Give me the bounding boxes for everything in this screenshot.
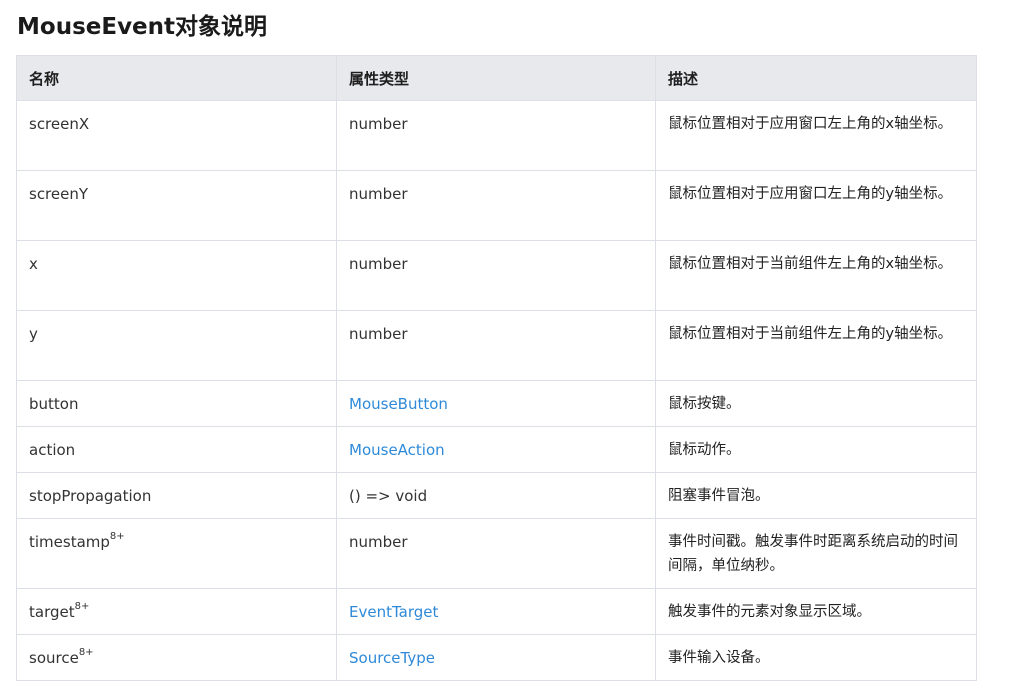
cell-type: number — [336, 240, 656, 311]
cell-name: screenY — [16, 170, 337, 241]
property-type: number — [349, 115, 408, 133]
property-name: x — [29, 255, 38, 273]
property-name: screenX — [29, 115, 90, 133]
property-type: number — [349, 255, 408, 273]
table-row: button MouseButton 鼠标按键。 — [16, 380, 977, 427]
type-link-source-type[interactable]: SourceType — [349, 649, 435, 667]
property-name: button — [29, 395, 79, 413]
cell-type: number — [336, 100, 656, 171]
cell-type: number — [336, 518, 656, 589]
header-name: 名称 — [16, 55, 337, 101]
cell-description: 鼠标位置相对于当前组件左上角的x轴坐标。 — [655, 240, 977, 311]
cell-name: target8+ — [16, 588, 337, 635]
cell-description: 事件时间戳。触发事件时距离系统启动的时间间隔，单位纳秒。 — [655, 518, 977, 589]
cell-description: 鼠标动作。 — [655, 426, 977, 473]
cell-type: MouseButton — [336, 380, 656, 427]
version-superscript: 8+ — [74, 601, 90, 612]
table-header-row: 名称 属性类型 描述 — [16, 55, 977, 101]
property-type: number — [349, 325, 408, 343]
cell-description: 鼠标位置相对于当前组件左上角的y轴坐标。 — [655, 310, 977, 381]
table-row: screenY number 鼠标位置相对于应用窗口左上角的y轴坐标。 — [16, 170, 977, 241]
type-link-mouse-action[interactable]: MouseAction — [349, 441, 445, 459]
property-name: timestamp — [29, 533, 110, 551]
property-name: target — [29, 603, 75, 621]
cell-description: 鼠标位置相对于应用窗口左上角的x轴坐标。 — [655, 100, 977, 171]
table-row: stopPropagation () => void 阻塞事件冒泡。 — [16, 472, 977, 519]
cell-type: number — [336, 170, 656, 241]
property-name: stopPropagation — [29, 487, 152, 505]
table-row: source8+ SourceType 事件输入设备。 — [16, 634, 977, 681]
cell-name: y — [16, 310, 337, 381]
cell-type: MouseAction — [336, 426, 656, 473]
table-row: screenX number 鼠标位置相对于应用窗口左上角的x轴坐标。 — [16, 100, 977, 171]
type-link-event-target[interactable]: EventTarget — [349, 603, 438, 621]
cell-type: () => void — [336, 472, 656, 519]
table-row: action MouseAction 鼠标动作。 — [16, 426, 977, 473]
table-row: target8+ EventTarget 触发事件的元素对象显示区域。 — [16, 588, 977, 635]
header-description: 描述 — [655, 55, 977, 101]
mouse-event-table: 名称 属性类型 描述 screenX number 鼠标位置相对于应用窗口左上角… — [16, 55, 977, 681]
property-type: () => void — [349, 487, 428, 505]
table-row: timestamp8+ number 事件时间戳。触发事件时距离系统启动的时间间… — [16, 518, 977, 589]
cell-type: EventTarget — [336, 588, 656, 635]
type-link-mouse-button[interactable]: MouseButton — [349, 395, 448, 413]
table-body: screenX number 鼠标位置相对于应用窗口左上角的x轴坐标。 scre… — [16, 100, 977, 681]
table-header: 名称 属性类型 描述 — [16, 55, 977, 101]
property-name: screenY — [29, 185, 89, 203]
property-name: source — [29, 649, 79, 667]
property-type: number — [349, 533, 408, 551]
cell-description: 鼠标位置相对于应用窗口左上角的y轴坐标。 — [655, 170, 977, 241]
cell-name: button — [16, 380, 337, 427]
page-title: MouseEvent对象说明 — [17, 14, 268, 40]
cell-description: 阻塞事件冒泡。 — [655, 472, 977, 519]
cell-name: timestamp8+ — [16, 518, 337, 589]
cell-name: screenX — [16, 100, 337, 171]
cell-name: action — [16, 426, 337, 473]
property-type: number — [349, 185, 408, 203]
cell-name: x — [16, 240, 337, 311]
cell-name: stopPropagation — [16, 472, 337, 519]
cell-type: number — [336, 310, 656, 381]
property-name: action — [29, 441, 76, 459]
version-superscript: 8+ — [78, 647, 94, 658]
cell-description: 鼠标按键。 — [655, 380, 977, 427]
table-row: y number 鼠标位置相对于当前组件左上角的y轴坐标。 — [16, 310, 977, 381]
cell-type: SourceType — [336, 634, 656, 681]
property-name: y — [29, 325, 38, 343]
header-type: 属性类型 — [336, 55, 656, 101]
page: MouseEvent对象说明 名称 属性类型 描述 screenX number… — [0, 0, 1011, 683]
cell-description: 触发事件的元素对象显示区域。 — [655, 588, 977, 635]
cell-name: source8+ — [16, 634, 337, 681]
table-row: x number 鼠标位置相对于当前组件左上角的x轴坐标。 — [16, 240, 977, 311]
cell-description: 事件输入设备。 — [655, 634, 977, 681]
version-superscript: 8+ — [109, 531, 125, 542]
